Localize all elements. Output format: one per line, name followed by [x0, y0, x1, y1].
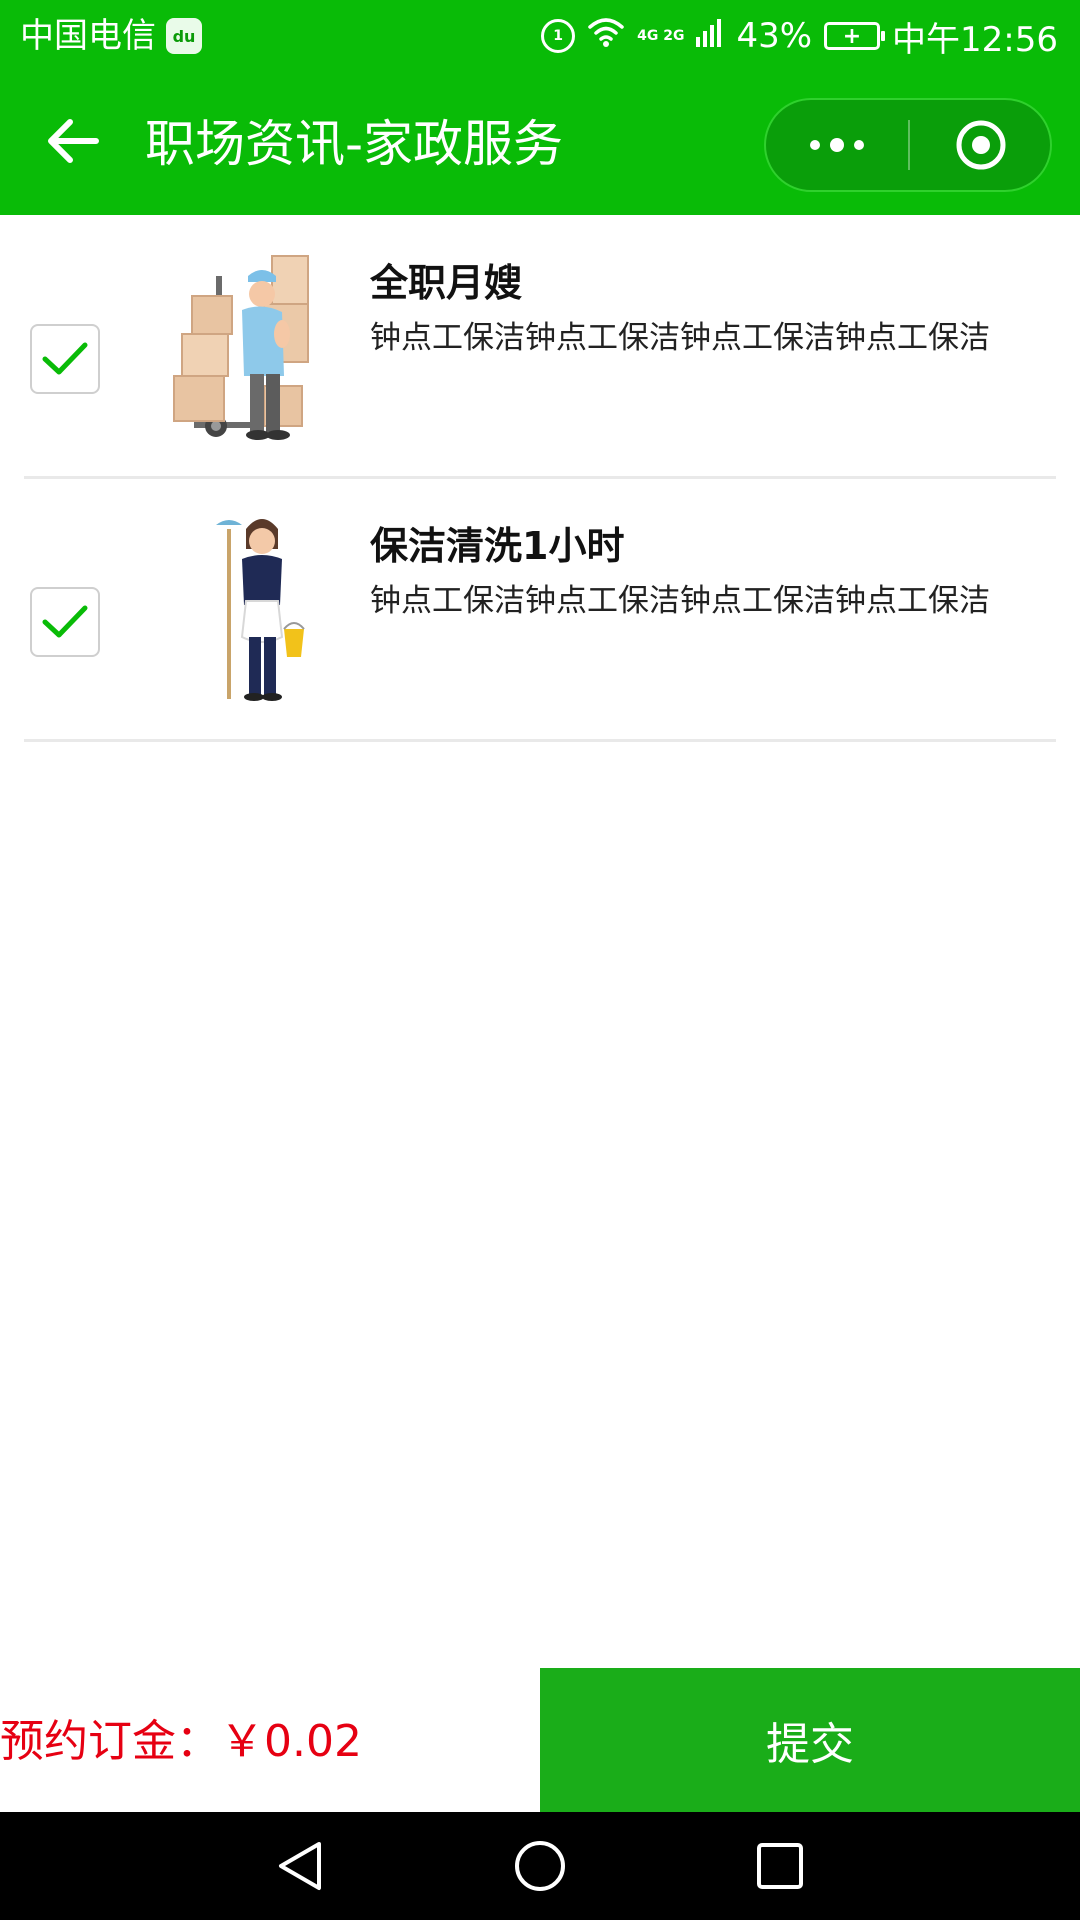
more-dots-icon	[810, 140, 820, 150]
check-icon	[42, 342, 88, 375]
system-recents-button[interactable]	[750, 1836, 810, 1896]
signal-icon	[696, 16, 724, 56]
arrow-left-icon	[48, 119, 99, 163]
status-right-group: 1 4G 2G 43% + 中午12:56	[541, 14, 1058, 60]
square-recents-icon	[757, 1843, 803, 1889]
more-button[interactable]	[766, 100, 908, 190]
mini-program-capsule	[764, 98, 1052, 192]
close-button[interactable]	[910, 100, 1052, 190]
more-dots-icon-center	[830, 138, 844, 152]
delivery-man-illustration	[173, 255, 309, 440]
navigation-bar: 职场资讯-家政服务	[0, 74, 1080, 215]
back-button[interactable]	[38, 106, 108, 176]
item-description: 钟点工保洁钟点工保洁钟点工保洁钟点工保洁	[370, 583, 990, 619]
wifi-icon	[587, 16, 625, 57]
service-list: 全职月嫂 钟点工保洁钟点工保洁钟点工保洁钟点工保洁 保洁清洗1小时 钟点工保洁钟…	[0, 216, 1080, 742]
item-checkbox[interactable]	[30, 324, 100, 394]
item-checkbox[interactable]	[30, 587, 100, 657]
list-item[interactable]: 全职月嫂 钟点工保洁钟点工保洁钟点工保洁钟点工保洁	[24, 216, 1056, 479]
more-dots-icon-right	[854, 140, 864, 150]
cleaning-woman-illustration	[216, 519, 305, 701]
network-type-icon: 4G 2G	[637, 28, 685, 44]
item-title: 保洁清洗1小时	[370, 524, 625, 568]
list-item[interactable]: 保洁清洗1小时 钟点工保洁钟点工保洁钟点工保洁钟点工保洁	[24, 479, 1056, 742]
status-bar: 中国电信 du 1 4G 2G 43% + 中午12:56	[0, 0, 1080, 74]
triangle-back-icon	[279, 1842, 321, 1890]
submit-button[interactable]: 提交	[540, 1668, 1080, 1812]
item-title: 全职月嫂	[370, 261, 523, 305]
check-icon	[42, 605, 88, 638]
item-description: 钟点工保洁钟点工保洁钟点工保洁钟点工保洁	[370, 320, 990, 356]
page-title: 职场资讯-家政服务	[145, 115, 564, 173]
carrier-label: 中国电信	[20, 16, 156, 56]
battery-percent: 43%	[736, 16, 813, 56]
header-background: 中国电信 du 1 4G 2G 43% + 中午12:56 职场资讯-家政服务	[0, 0, 1080, 215]
deposit-amount: 预约订金：￥0.02	[0, 1716, 362, 1767]
system-back-button[interactable]	[270, 1836, 330, 1896]
clock: 中午12:56	[892, 19, 1058, 60]
target-circle-icon	[956, 120, 1006, 170]
circle-home-icon	[515, 1841, 565, 1891]
system-navigation-bar	[0, 1812, 1080, 1920]
system-home-button[interactable]	[510, 1836, 570, 1896]
sim-card-icon: 1	[541, 19, 576, 53]
battery-icon: +	[824, 22, 886, 50]
baidu-app-icon: du	[166, 18, 202, 54]
checkout-bar: 预约订金：￥0.02 提交	[0, 1668, 1080, 1812]
